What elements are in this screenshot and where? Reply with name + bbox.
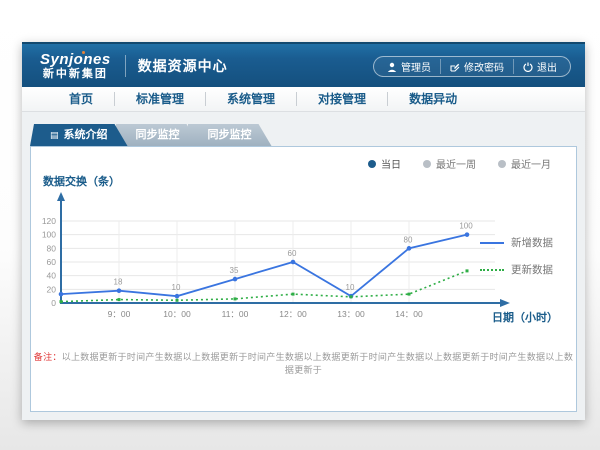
svg-text:80: 80	[404, 235, 413, 244]
main-navbar: 首页 标准管理 系统管理 对接管理 数据异动	[22, 87, 585, 112]
app-window: Synjones 新中新集团 数据资源中心 管理员 修改密码	[22, 42, 585, 420]
x-axis-title: 日期（小时）	[492, 309, 558, 325]
svg-text:10：00: 10：00	[163, 309, 191, 319]
svg-text:80: 80	[47, 243, 57, 253]
radio-last-month[interactable]: 最近一月	[498, 156, 551, 171]
svg-text:10: 10	[346, 283, 355, 292]
footnote-text: 以上数据更新于时间产生数据以上数据更新于时间产生数据以上数据更新于时间产生数据以…	[62, 352, 574, 375]
footnote: 备注：以上数据更新于时间产生数据以上数据更新于时间产生数据以上数据更新于时间产生…	[31, 350, 576, 376]
change-password-label: 修改密码	[464, 59, 504, 74]
svg-text:35: 35	[230, 266, 239, 275]
logo-brand-text: Synjones	[40, 52, 111, 67]
user-label: 管理员	[401, 59, 431, 74]
time-range-filter: 当日 最近一周 最近一月	[368, 156, 551, 171]
svg-text:0: 0	[51, 298, 56, 308]
svg-text:10: 10	[172, 283, 181, 292]
company-logo: Synjones 新中新集团	[40, 52, 111, 80]
radio-last-week[interactable]: 最近一周	[423, 156, 476, 171]
svg-text:11：00: 11：00	[222, 309, 249, 319]
radio-today[interactable]: 当日	[368, 156, 401, 171]
radio-dot-icon	[368, 160, 376, 168]
svg-text:60: 60	[288, 249, 297, 258]
svg-text:40: 40	[47, 271, 57, 281]
chart-canvas: 0 20 40 60 80 100 120 9：00 10：00 11：00 12：00 13：00 1…	[39, 185, 529, 335]
tab-sync-monitor-2[interactable]: 同步监控	[188, 124, 272, 146]
change-password-button[interactable]: 修改密码	[440, 59, 513, 74]
content-area: ▤系统介绍 同步监控 同步监控 当日 最近一周 最近一月 数据交换（条） 020…	[22, 112, 585, 420]
svg-text:100: 100	[459, 222, 473, 231]
svg-text:9：00: 9：00	[108, 309, 131, 319]
nav-item-system-mgmt[interactable]: 系统管理	[205, 92, 296, 106]
nav-item-standard-mgmt[interactable]: 标准管理	[114, 92, 205, 106]
page-title: 数据资源中心	[138, 56, 228, 76]
footnote-prefix: 备注：	[34, 352, 62, 362]
dotted-line-swatch-icon	[480, 269, 504, 271]
chart-legend: 新增数据 更新数据	[480, 235, 566, 289]
header-divider	[125, 55, 126, 77]
logout-button[interactable]: 退出	[513, 59, 566, 74]
tab-label: 系统介绍	[64, 129, 108, 141]
radio-dot-icon	[423, 160, 431, 168]
logo-accent-dot	[82, 51, 85, 54]
legend-label: 新增数据	[511, 235, 553, 250]
tab-system-intro[interactable]: ▤ 系统介绍	[30, 124, 128, 146]
svg-text:20: 20	[47, 284, 57, 294]
power-icon	[523, 62, 533, 72]
logo-company-name: 新中新集团	[40, 69, 111, 80]
nav-item-home[interactable]: 首页	[48, 92, 114, 106]
tab-sync-monitor-1[interactable]: 同步监控	[116, 124, 200, 146]
app-header: Synjones 新中新集团 数据资源中心 管理员 修改密码	[22, 42, 585, 87]
svg-text:14：00: 14：00	[395, 309, 423, 319]
legend-label: 更新数据	[511, 262, 553, 277]
radio-dot-icon	[498, 160, 506, 168]
tab-bar: ▤ 系统介绍 同步监控 同步监控	[30, 124, 260, 146]
chart-panel: 当日 最近一周 最近一月 数据交换（条） 0204060801001209：00…	[30, 146, 577, 412]
svg-text:120: 120	[42, 216, 56, 226]
nav-item-data-change[interactable]: 数据异动	[387, 92, 478, 106]
svg-text:12：00: 12：00	[279, 309, 307, 319]
svg-text:100: 100	[42, 230, 56, 240]
user-account-button[interactable]: 管理员	[378, 59, 440, 74]
tab-label: 同步监控	[136, 129, 180, 141]
legend-item-update-data: 更新数据	[480, 262, 566, 277]
svg-text:18: 18	[114, 278, 123, 287]
radio-label: 最近一月	[511, 156, 551, 171]
user-menu: 管理员 修改密码 退出	[373, 56, 571, 77]
document-icon: ▤	[50, 130, 59, 140]
nav-item-integration-mgmt[interactable]: 对接管理	[296, 92, 387, 106]
radio-label: 当日	[381, 156, 401, 171]
line-chart: 0 20 40 60 80 100 120 9：00 10：00 11：00 12：00 13：00 1…	[39, 185, 529, 340]
logout-label: 退出	[537, 59, 557, 74]
user-icon	[387, 62, 397, 72]
tab-label: 同步监控	[208, 129, 252, 141]
edit-icon	[450, 62, 460, 72]
svg-text:60: 60	[47, 257, 57, 267]
legend-item-new-data: 新增数据	[480, 235, 566, 250]
radio-label: 最近一周	[436, 156, 476, 171]
svg-text:13：00: 13：00	[337, 309, 365, 319]
solid-line-swatch-icon	[480, 242, 504, 244]
